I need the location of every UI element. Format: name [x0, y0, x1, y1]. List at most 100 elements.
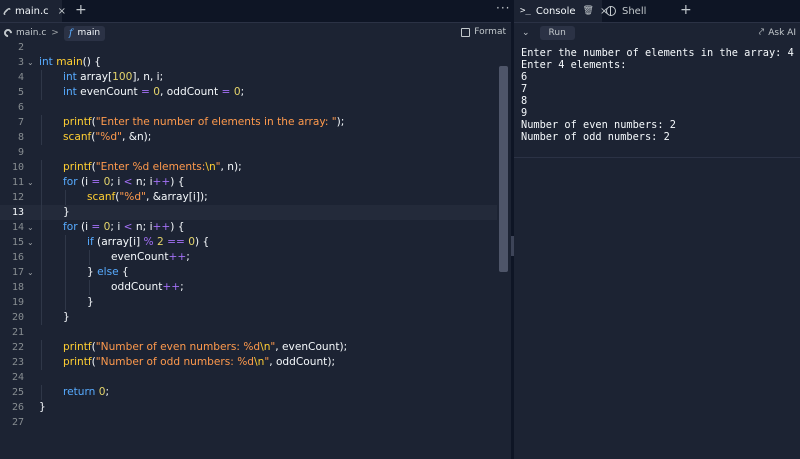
indent-guide: [41, 250, 42, 265]
code-token: printf: [63, 341, 92, 353]
format-button[interactable]: Format: [461, 27, 506, 37]
code-token: \n: [260, 341, 271, 353]
code-line[interactable]: 27: [0, 415, 497, 430]
code-line[interactable]: 14 ⌄ for (i = 0; i < n; i++) {: [0, 220, 497, 235]
code-token: <: [123, 221, 133, 233]
line-number: 12: [11, 192, 24, 203]
trash-icon[interactable]: 🗑: [583, 6, 594, 16]
ask-ai-button[interactable]: ⤤ Ask AI: [759, 27, 796, 38]
code-text: } else {: [87, 265, 129, 280]
code-token: n; i: [132, 176, 153, 188]
line-number: 2: [17, 42, 24, 53]
code-token: , oddCount: [160, 86, 222, 98]
code-line[interactable]: 25 return 0;: [0, 385, 497, 400]
code-text: for (i = 0; i < n; i++) {: [63, 220, 185, 235]
code-line[interactable]: 15 ⌄ if (array[i] % 2 == 0) {: [0, 235, 497, 250]
breadcrumb-function-label: main: [77, 28, 101, 38]
breadcrumb-file[interactable]: main.c: [16, 28, 46, 38]
add-tab-icon[interactable]: +: [680, 2, 692, 18]
tab-console-label: Console: [535, 5, 576, 17]
code-line[interactable]: 3 ⌄ int main() {: [0, 55, 497, 70]
line-number: 19: [11, 297, 24, 308]
code-text: }: [87, 295, 94, 310]
fold-chevron-icon[interactable]: ⌄: [27, 175, 34, 190]
code-line[interactable]: 17 ⌄} else {: [0, 265, 497, 280]
code-token: (i: [77, 221, 92, 233]
console-output-line: 8: [521, 95, 528, 107]
code-token: evenCount: [111, 251, 169, 263]
line-number: 24: [11, 372, 24, 383]
code-line[interactable]: 2: [0, 40, 497, 55]
tab-label: main.c: [15, 5, 49, 17]
console-output-line: Number of even numbers: 2: [521, 119, 676, 131]
fold-chevron-icon[interactable]: ⌄: [27, 220, 34, 235]
chevron-down-icon[interactable]: ⌄: [522, 28, 530, 38]
add-tab-icon[interactable]: +: [75, 2, 87, 18]
line-number: 9: [17, 147, 24, 158]
code-token: 2: [157, 236, 164, 248]
code-token: printf: [63, 161, 92, 173]
code-text: int array[100], n, i;: [63, 70, 163, 85]
code-line[interactable]: 9: [0, 145, 497, 160]
ai-sparkle-icon: ⤤: [758, 27, 765, 38]
code-line[interactable]: 12 scanf("%d", &array[i]);: [0, 190, 497, 205]
code-line[interactable]: 8 scanf("%d", &n);: [0, 130, 497, 145]
indent-guide: [65, 295, 66, 310]
code-line[interactable]: 13}: [0, 205, 497, 220]
editor-scrollbar[interactable]: [499, 66, 508, 272]
fold-chevron-icon[interactable]: ⌄: [27, 265, 34, 280]
code-token: return: [63, 386, 96, 398]
code-line[interactable]: 24: [0, 370, 497, 385]
code-text: oddCount++;: [111, 280, 184, 295]
fold-chevron-icon[interactable]: ⌄: [27, 55, 34, 70]
indent-guide: [65, 190, 66, 205]
code-line[interactable]: 19}: [0, 295, 497, 310]
code-line[interactable]: 22 printf("Number of even numbers: %d\n",…: [0, 340, 497, 355]
code-editor[interactable]: 2 3 ⌄ int main() {4 int array[100], n, i; 5 in…: [0, 40, 497, 459]
code-line[interactable]: 18 oddCount++;: [0, 280, 497, 295]
more-options-icon[interactable]: ···: [496, 1, 510, 15]
console-output[interactable]: Enter the number of elements in the arra…: [521, 47, 797, 143]
line-number: 18: [11, 282, 24, 293]
breadcrumb-function[interactable]: f main: [63, 25, 106, 41]
code-token: ++: [152, 221, 171, 233]
code-line[interactable]: 7 printf("Enter the number of elements in…: [0, 115, 497, 130]
function-icon: f: [68, 27, 73, 39]
code-line[interactable]: 10 printf("Enter %d elements:\n", n);: [0, 160, 497, 175]
code-token: if: [87, 236, 94, 248]
breadcrumb-separator: >: [51, 28, 59, 38]
code-line[interactable]: 26}: [0, 400, 497, 415]
code-token: , n);: [220, 161, 242, 173]
code-token: , oddCount);: [269, 356, 336, 368]
code-token: =: [91, 221, 101, 233]
code-line[interactable]: 6: [0, 100, 497, 115]
code-token: ; i: [110, 176, 124, 188]
indent-guide: [65, 235, 66, 250]
close-icon[interactable]: ×: [58, 6, 66, 17]
code-line[interactable]: 11 ⌄ for (i = 0; i < n; i++) {: [0, 175, 497, 190]
indent-guide: [65, 250, 66, 265]
editor-tab-bar: main.c × + ···: [0, 0, 511, 23]
tab-main-c[interactable]: main.c ×: [0, 0, 66, 22]
line-number: 15: [11, 237, 24, 248]
code-line[interactable]: 20}: [0, 310, 497, 325]
code-text: printf("Enter %d elements:\n", n);: [63, 160, 242, 175]
code-text: printf("Number of even numbers: %d\n", e…: [63, 340, 347, 355]
code-line[interactable]: 4 int array[100], n, i;: [0, 70, 497, 85]
code-text: }: [63, 205, 70, 220]
tab-console[interactable]: >_ Console 🗑 ×: [514, 0, 608, 22]
code-token: () {: [82, 56, 102, 68]
line-number: 11: [11, 177, 24, 188]
code-line[interactable]: 23 printf("Number of odd numbers: %d\n", …: [0, 355, 497, 370]
line-number: 8: [17, 132, 24, 143]
tab-shell[interactable]: Shell: [606, 0, 646, 22]
code-token: evenCount: [76, 86, 142, 98]
line-number: 13: [11, 207, 24, 218]
code-token: scanf: [87, 191, 116, 203]
indent-guide: [41, 130, 42, 145]
code-line[interactable]: 5 int evenCount = 0, oddCount = 0;: [0, 85, 497, 100]
run-button[interactable]: Run: [539, 26, 575, 40]
code-line[interactable]: 21: [0, 325, 497, 340]
fold-chevron-icon[interactable]: ⌄: [27, 235, 34, 250]
code-line[interactable]: 16 evenCount++;: [0, 250, 497, 265]
